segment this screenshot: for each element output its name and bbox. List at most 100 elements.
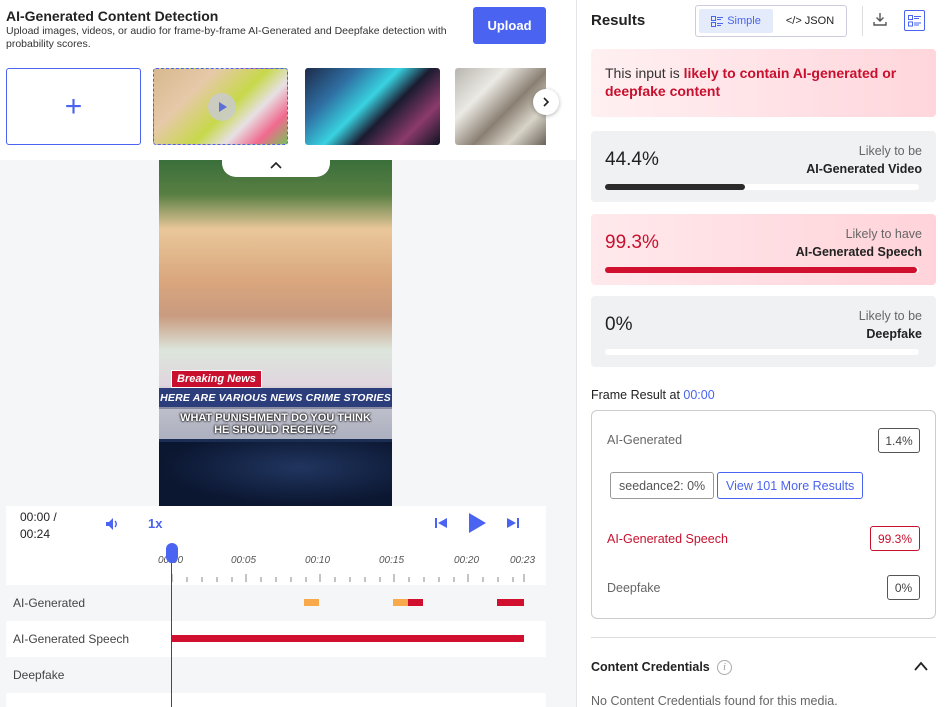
results-title: Results: [591, 12, 646, 29]
track-area[interactable]: [172, 585, 524, 621]
score-label-line1: Likely to have: [845, 227, 922, 241]
frame-result-title: Frame Result at 00:00: [591, 388, 715, 402]
current-time: 00:00 /: [20, 510, 57, 524]
page-description: Upload images, videos, or audio for fram…: [6, 25, 447, 50]
frame-ai-label: AI-Generated: [607, 433, 683, 447]
score-bar-fill: [605, 267, 917, 273]
thumbnail-selected[interactable]: [153, 68, 288, 145]
score-label-line1: Likely to be: [858, 309, 922, 323]
tick-label: 00:05: [231, 555, 257, 566]
video-preview[interactable]: Breaking News HERE ARE VARIOUS NEWS CRIM…: [159, 160, 392, 506]
thumbnail-2[interactable]: [305, 68, 440, 145]
list-icon: [908, 14, 921, 26]
score-label-line2: Deepfake: [866, 327, 922, 341]
view-json-button[interactable]: </> JSON: [776, 9, 844, 33]
frame-deepfake-label: Deepfake: [607, 581, 661, 595]
score-value: 99.3%: [605, 232, 659, 253]
track-label: Deepfake: [13, 668, 65, 682]
score-value: 44.4%: [605, 149, 659, 170]
segment-danger[interactable]: [497, 599, 524, 606]
score-label-line1: Likely to be: [858, 144, 922, 158]
play-icon: [208, 93, 236, 121]
play-icon[interactable]: [467, 512, 487, 534]
media-panel: AI-Generated Content Detection Upload im…: [0, 0, 576, 707]
plus-icon: +: [64, 89, 83, 123]
track-ai-generated-speech[interactable]: AI-Generated Speech: [6, 621, 546, 657]
tick-label: 00:23: [510, 555, 536, 566]
skip-back-icon[interactable]: [434, 516, 448, 530]
view-simple-button[interactable]: Simple: [699, 9, 773, 33]
thumbnail-strip: +: [6, 68, 546, 146]
verdict-alert: This input is likely to contain AI-gener…: [591, 49, 936, 117]
info-icon[interactable]: i: [717, 660, 732, 675]
thumbnail-3[interactable]: [455, 68, 546, 145]
score-value: 0%: [605, 314, 633, 335]
view-more-results-button[interactable]: View 101 More Results: [717, 472, 864, 499]
tick-label: 00:15: [379, 555, 405, 566]
content-credentials-message: No Content Credentials found for this me…: [591, 694, 838, 707]
score-label: Likely to have AI-Generated Speech: [796, 225, 922, 261]
question-line-2: HE SHOULD RECEIVE?: [214, 424, 337, 436]
header: AI-Generated Content Detection Upload im…: [0, 0, 576, 160]
segment-warning[interactable]: [393, 599, 408, 606]
section-divider: [591, 637, 936, 638]
chevron-up-icon[interactable]: [913, 660, 929, 672]
frame-speech-label: AI-Generated Speech: [607, 532, 728, 546]
frame-result-label: Frame Result at: [591, 388, 684, 402]
playhead-line: [171, 554, 172, 707]
question-line-1: WHAT PUNISHMENT DO YOU THINK: [180, 412, 371, 424]
track-area[interactable]: [172, 621, 524, 657]
volume-icon[interactable]: [104, 516, 120, 532]
content-credentials-title: Content Credentials: [591, 660, 710, 674]
add-media-button[interactable]: +: [6, 68, 141, 145]
score-bar-fill: [605, 184, 746, 190]
score-card-ai-video: 44.4% Likely to be AI-Generated Video: [591, 131, 936, 202]
page-title: AI-Generated Content Detection: [6, 8, 219, 24]
score-bar: [605, 184, 919, 190]
frame-result-time: 00:00: [683, 388, 715, 402]
detection-timeline[interactable]: 00:00 00:05 00:10 00:15 00:20 00:23 AI-G…: [6, 543, 546, 707]
playback-speed-button[interactable]: 1x: [148, 516, 162, 531]
segment-warning[interactable]: [304, 599, 319, 606]
score-label-line2: AI-Generated Video: [806, 162, 922, 176]
tick-label: 00:10: [305, 555, 331, 566]
frame-ai-value: 1.4%: [878, 428, 920, 453]
duration: 00:24: [20, 527, 51, 541]
score-bar: [605, 267, 919, 273]
playhead-handle[interactable]: [166, 543, 178, 563]
timeline-ticks: [172, 574, 525, 582]
track-label: AI-Generated Speech: [13, 632, 130, 646]
segment-danger[interactable]: [408, 599, 423, 606]
track-label: AI-Generated: [13, 596, 86, 610]
toolbar-divider: [862, 6, 863, 36]
chevron-up-icon: [270, 161, 282, 169]
collapse-thumbnails-button[interactable]: [222, 153, 330, 177]
timeline-ruler[interactable]: 00:00 00:05 00:10 00:15 00:20 00:23: [6, 546, 546, 584]
track-ai-generated[interactable]: AI-Generated: [6, 585, 546, 621]
track-area[interactable]: [172, 657, 524, 693]
track-deepfake[interactable]: Deepfake: [6, 657, 546, 693]
question-caption: WHAT PUNISHMENT DO YOU THINK HE SHOULD R…: [159, 409, 392, 439]
details-view-button[interactable]: [904, 10, 925, 31]
frame-speech-value: 99.3%: [870, 526, 920, 551]
model-score-chip: seedance2: 0%: [610, 472, 715, 499]
score-card-ai-speech: 99.3% Likely to have AI-Generated Speech: [591, 214, 936, 285]
time-display: 00:00 / 00:24: [20, 509, 57, 543]
tick-label: 00:20: [454, 555, 480, 566]
frame-deepfake-value: 0%: [887, 575, 920, 600]
breaking-news-caption: Breaking News: [171, 370, 262, 388]
segment-danger[interactable]: [172, 635, 524, 642]
verdict-prefix: This input is: [605, 65, 684, 81]
upload-button[interactable]: Upload: [473, 7, 546, 44]
results-panel: Results Simple </> JSON This input is li…: [576, 0, 945, 707]
frame-result-box: AI-Generated 1.4% seedance2: 0% View 101…: [591, 410, 936, 619]
video-background: [159, 442, 392, 506]
download-icon[interactable]: [873, 12, 887, 26]
score-card-deepfake: 0% Likely to be Deepfake: [591, 296, 936, 367]
skip-forward-icon[interactable]: [506, 516, 520, 530]
score-bar: [605, 349, 919, 355]
headline-caption: HERE ARE VARIOUS NEWS CRIME STORIES: [159, 388, 392, 407]
chevron-right-icon[interactable]: [533, 89, 559, 115]
list-icon: [711, 15, 724, 27]
score-label: Likely to be AI-Generated Video: [806, 142, 922, 178]
